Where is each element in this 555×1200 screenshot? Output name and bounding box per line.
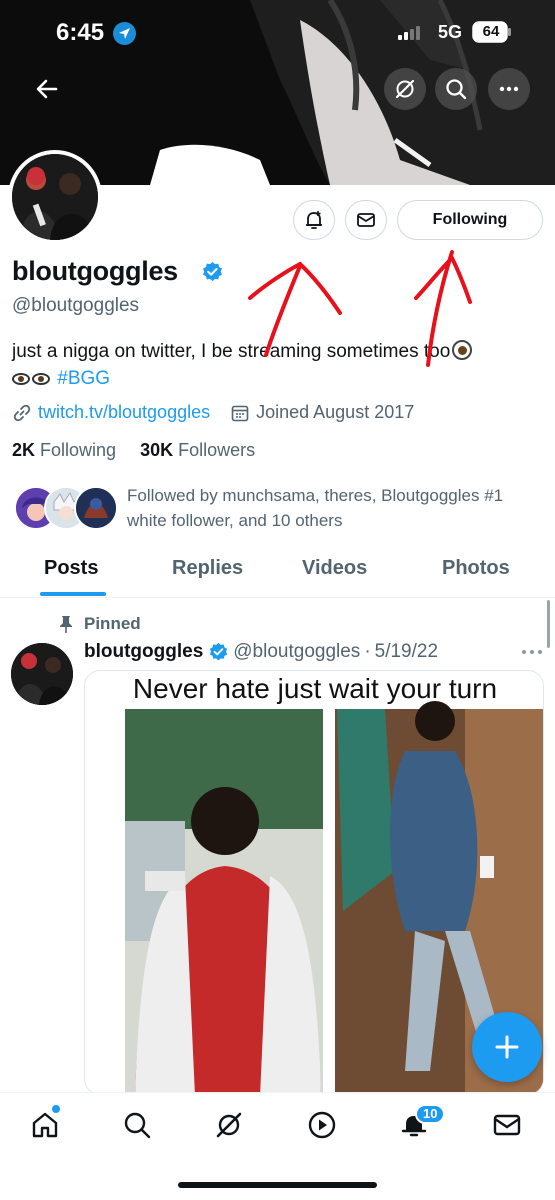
bio-line-2: #BGG: [12, 368, 110, 390]
verified-badge-icon: [210, 642, 228, 660]
tweet-author-name[interactable]: bloutgoggles: [84, 641, 203, 663]
play-icon: [308, 1111, 336, 1139]
profile-website-link[interactable]: twitch.tv/bloutgoggles: [38, 402, 210, 423]
tweet-header: bloutgoggles @bloutgoggles · 5/19/22: [84, 641, 438, 663]
search-icon: [446, 79, 467, 100]
arrow-left-icon: [36, 79, 58, 99]
tweet-author-handle[interactable]: @bloutgoggles: [233, 641, 360, 663]
compose-button[interactable]: [472, 1012, 542, 1082]
plus-icon: [495, 1035, 519, 1059]
tweet-author-avatar[interactable]: [11, 643, 73, 705]
joined-date: Joined August 2017: [256, 402, 415, 422]
following-count: 2K: [12, 440, 36, 460]
more-button[interactable]: [488, 68, 530, 110]
pinned-indicator: Pinned: [58, 614, 141, 634]
grok-icon: [216, 1112, 242, 1138]
nav-search[interactable]: [121, 1109, 153, 1141]
tweet-more-icon[interactable]: [521, 648, 543, 656]
mutual-avatar: [74, 486, 118, 530]
eye-emoji-icon: [452, 340, 473, 360]
status-bar: 6:45 5G 64: [0, 0, 555, 70]
battery-level: 64: [482, 23, 500, 40]
followers-label: Followers: [178, 440, 256, 460]
followers-count-link[interactable]: 30K Followers: [140, 440, 255, 460]
home-icon: [32, 1112, 58, 1138]
profile-meta-row: twitch.tv/bloutgoggles Joined August 201…: [12, 402, 414, 423]
calendar-icon: [231, 405, 249, 421]
home-new-indicator: [52, 1105, 60, 1113]
profile-avatar[interactable]: [8, 150, 102, 244]
bio-hashtag-link[interactable]: #BGG: [57, 368, 110, 389]
tab-photos[interactable]: Photos: [442, 557, 510, 580]
tab-posts[interactable]: Posts: [44, 557, 98, 580]
signal-icon: [398, 24, 422, 40]
back-button[interactable]: [28, 70, 66, 108]
bell-plus-icon: [306, 211, 322, 229]
tab-videos[interactable]: Videos: [302, 557, 367, 580]
followers-count: 30K: [140, 440, 174, 460]
followed-by-text[interactable]: Followed by munchsama, theres, Bloutgogg…: [127, 483, 547, 533]
tweet-date[interactable]: 5/19/22: [375, 641, 438, 663]
avatar-photo: [12, 154, 98, 240]
grok-icon: [395, 79, 415, 99]
notify-button[interactable]: [293, 200, 335, 240]
tweet-separator: ·: [364, 641, 371, 662]
location-arrow-icon: [113, 22, 136, 45]
following-button[interactable]: Following: [397, 200, 543, 240]
eyes-emoji-icon: [12, 368, 52, 389]
active-tab-indicator: [40, 592, 106, 596]
follow-counts: 2K Following 30K Followers: [12, 440, 255, 461]
status-time: 6:45: [56, 19, 105, 46]
envelope-icon: [493, 1114, 521, 1136]
nav-grok[interactable]: [213, 1109, 245, 1141]
pin-icon: [60, 616, 72, 633]
pinned-label: Pinned: [84, 614, 141, 633]
more-icon: [499, 86, 519, 92]
nav-home[interactable]: [29, 1109, 61, 1141]
mutual-followers-avatars[interactable]: [14, 486, 118, 532]
nav-video[interactable]: [306, 1109, 338, 1141]
following-count-link[interactable]: 2K Following: [12, 440, 116, 460]
verified-badge-icon: [203, 261, 222, 282]
bio-text: just a nigga on twitter, I be streaming …: [12, 341, 451, 362]
nav-messages[interactable]: [491, 1109, 523, 1141]
message-button[interactable]: [345, 200, 387, 240]
grok-button[interactable]: [384, 68, 426, 110]
network-label: 5G: [438, 22, 463, 42]
envelope-icon: [357, 213, 375, 227]
home-indicator: [178, 1182, 377, 1188]
scrollbar[interactable]: [547, 600, 550, 648]
link-icon: [13, 404, 31, 421]
profile-name: bloutgoggles: [12, 256, 178, 286]
following-label: Following: [40, 440, 117, 460]
search-button[interactable]: [435, 68, 477, 110]
profile-tabs: Posts Replies Videos Photos: [0, 548, 555, 598]
notifications-badge: 10: [415, 1104, 446, 1124]
tab-replies[interactable]: Replies: [172, 557, 243, 580]
search-icon: [124, 1112, 151, 1139]
bio-line-1: just a nigga on twitter, I be streaming …: [12, 340, 473, 363]
profile-handle: @bloutgoggles: [12, 295, 140, 316]
